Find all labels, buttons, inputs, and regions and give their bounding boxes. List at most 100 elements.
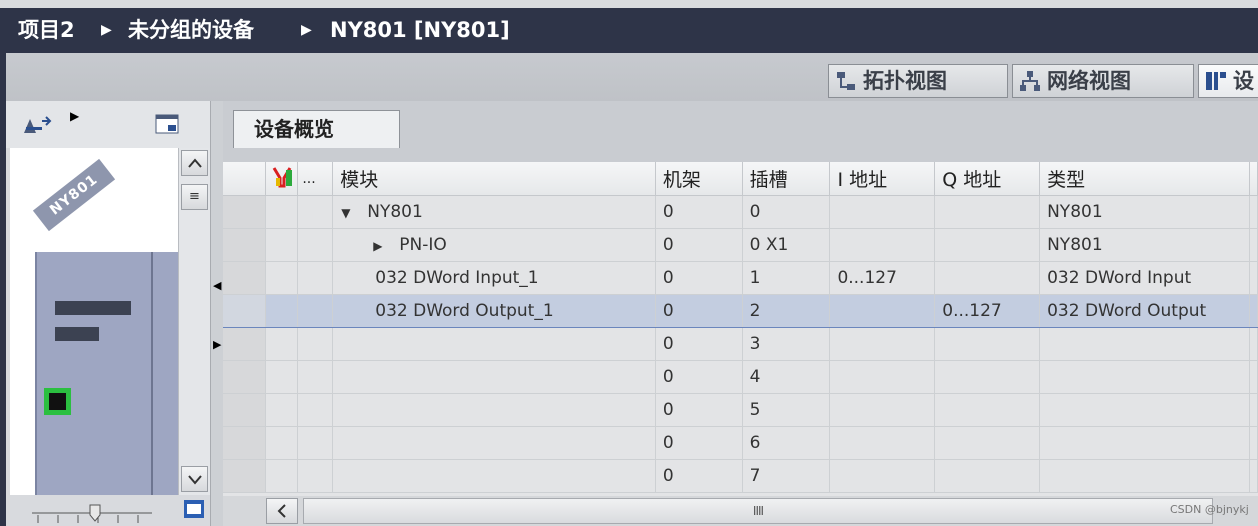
table-row[interactable]: 07 [223, 459, 1258, 493]
row-status-cell[interactable] [265, 228, 299, 262]
collapse-arrow-icon[interactable]: ▼ [341, 206, 367, 220]
cell-i-addr[interactable] [829, 426, 936, 460]
table-row[interactable]: 03 [223, 327, 1258, 361]
row-handle[interactable] [223, 459, 267, 493]
cell-q-addr[interactable] [934, 228, 1041, 262]
cell-i-addr[interactable] [829, 360, 936, 394]
network-view-button[interactable]: 网络视图 [1012, 64, 1194, 98]
row-dots-cell[interactable] [297, 327, 334, 361]
cell-q-addr[interactable] [934, 459, 1041, 493]
cell-slot[interactable]: 0 X1 [742, 228, 831, 262]
header-status-column[interactable] [265, 162, 299, 196]
row-dots-cell[interactable] [297, 294, 334, 328]
cell-module[interactable] [332, 459, 656, 493]
cell-i-addr[interactable] [829, 327, 936, 361]
graphic-detail-view-icon[interactable] [182, 498, 206, 526]
cell-rack[interactable]: 0 [655, 459, 743, 493]
header-more-columns[interactable]: ... [297, 162, 334, 196]
cell-q-addr[interactable] [934, 426, 1041, 460]
cell-rack[interactable]: 0 [655, 294, 743, 328]
cell-i-addr[interactable] [829, 195, 936, 229]
cell-module[interactable] [332, 327, 656, 361]
cell-rack[interactable]: 0 [655, 360, 743, 394]
cell-slot[interactable]: 3 [742, 327, 831, 361]
breadcrumb-group[interactable]: 未分组的设备 [128, 8, 254, 53]
row-status-cell[interactable] [265, 327, 299, 361]
panel-splitter[interactable]: ◀ ▶ [210, 101, 223, 526]
scroll-thumb[interactable]: ≡ [181, 184, 208, 210]
tab-device-overview[interactable]: 设备概览 [233, 110, 400, 148]
row-handle[interactable] [223, 426, 267, 460]
row-handle[interactable] [223, 294, 267, 328]
cell-module[interactable]: 032 DWord Output_1 [332, 294, 656, 328]
horizontal-scroll-thumb[interactable]: IIII [303, 498, 1213, 524]
header-q-address[interactable]: Q 地址 [934, 162, 1041, 196]
cell-slot[interactable]: 0 [742, 195, 831, 229]
row-dots-cell[interactable] [297, 393, 334, 427]
graphic-vertical-scrollbar[interactable]: ≡ [178, 148, 210, 495]
cell-rack[interactable]: 0 [655, 426, 743, 460]
cell-type[interactable] [1039, 360, 1250, 394]
cell-module[interactable] [332, 393, 656, 427]
cell-q-addr[interactable] [934, 360, 1041, 394]
header-type[interactable]: 类型 [1039, 162, 1250, 196]
cell-module[interactable] [332, 426, 656, 460]
cell-slot[interactable]: 1 [742, 261, 831, 295]
cell-type[interactable]: NY801 [1039, 195, 1250, 229]
cell-type[interactable] [1039, 327, 1250, 361]
row-status-cell[interactable] [265, 393, 299, 427]
header-i-address[interactable]: I 地址 [829, 162, 936, 196]
cell-i-addr[interactable] [829, 228, 936, 262]
pointer-tool-icon[interactable] [22, 113, 52, 141]
cell-rack[interactable]: 0 [655, 195, 743, 229]
cell-q-addr[interactable] [934, 393, 1041, 427]
table-row[interactable]: 04 [223, 360, 1258, 394]
cell-slot[interactable]: 6 [742, 426, 831, 460]
table-row[interactable]: 05 [223, 393, 1258, 427]
overview-navigation-icon[interactable] [154, 111, 182, 143]
row-dots-cell[interactable] [297, 459, 334, 493]
cell-type[interactable] [1039, 459, 1250, 493]
cell-rack[interactable]: 0 [655, 261, 743, 295]
device-view-button[interactable]: 设 [1198, 64, 1258, 98]
cell-slot[interactable]: 2 [742, 294, 831, 328]
zoom-slider[interactable] [28, 501, 158, 523]
row-dots-cell[interactable] [297, 228, 334, 262]
cell-rack[interactable]: 0 [655, 228, 743, 262]
row-dots-cell[interactable] [297, 360, 334, 394]
cell-module[interactable] [332, 360, 656, 394]
table-row[interactable]: 06 [223, 426, 1258, 460]
cell-slot[interactable]: 7 [742, 459, 831, 493]
cell-type[interactable] [1039, 393, 1250, 427]
topology-view-button[interactable]: 拓扑视图 [828, 64, 1008, 98]
row-status-cell[interactable] [265, 360, 299, 394]
cell-type[interactable]: 032 DWord Input [1039, 261, 1250, 295]
cell-slot[interactable]: 5 [742, 393, 831, 427]
header-slot[interactable]: 插槽 [742, 162, 831, 196]
cell-i-addr[interactable] [829, 393, 936, 427]
row-handle[interactable] [223, 360, 267, 394]
cell-type[interactable] [1039, 426, 1250, 460]
table-row[interactable]: ▼ NY801 0 0 NY801 [223, 195, 1258, 229]
cell-type[interactable]: NY801 [1039, 228, 1250, 262]
cell-module[interactable]: 032 DWord Input_1 [332, 261, 656, 295]
row-handle[interactable] [223, 228, 267, 262]
table-row[interactable]: 032 DWord Output_1 0 2 0...127 032 DWord Out… [223, 294, 1258, 328]
breadcrumb-project[interactable]: 项目2 [18, 8, 75, 53]
row-handle[interactable] [223, 393, 267, 427]
expand-right-icon[interactable]: ▶ [213, 338, 221, 351]
cell-type[interactable]: 032 DWord Output [1039, 294, 1250, 328]
scroll-left-button[interactable] [266, 498, 298, 524]
cell-module[interactable]: ▶ PN-IO [332, 228, 656, 262]
row-status-cell[interactable] [265, 261, 299, 295]
table-row[interactable]: 032 DWord Input_1 0 1 0...127 032 DWord Inpu… [223, 261, 1258, 295]
row-status-cell[interactable] [265, 426, 299, 460]
cell-rack[interactable]: 0 [655, 393, 743, 427]
cell-module[interactable]: ▼ NY801 [332, 195, 656, 229]
row-handle[interactable] [223, 261, 267, 295]
row-status-cell[interactable] [265, 195, 299, 229]
row-dots-cell[interactable] [297, 261, 334, 295]
header-module[interactable]: 模块 [332, 162, 656, 196]
row-status-cell[interactable] [265, 459, 299, 493]
scroll-down-button[interactable] [181, 466, 208, 492]
